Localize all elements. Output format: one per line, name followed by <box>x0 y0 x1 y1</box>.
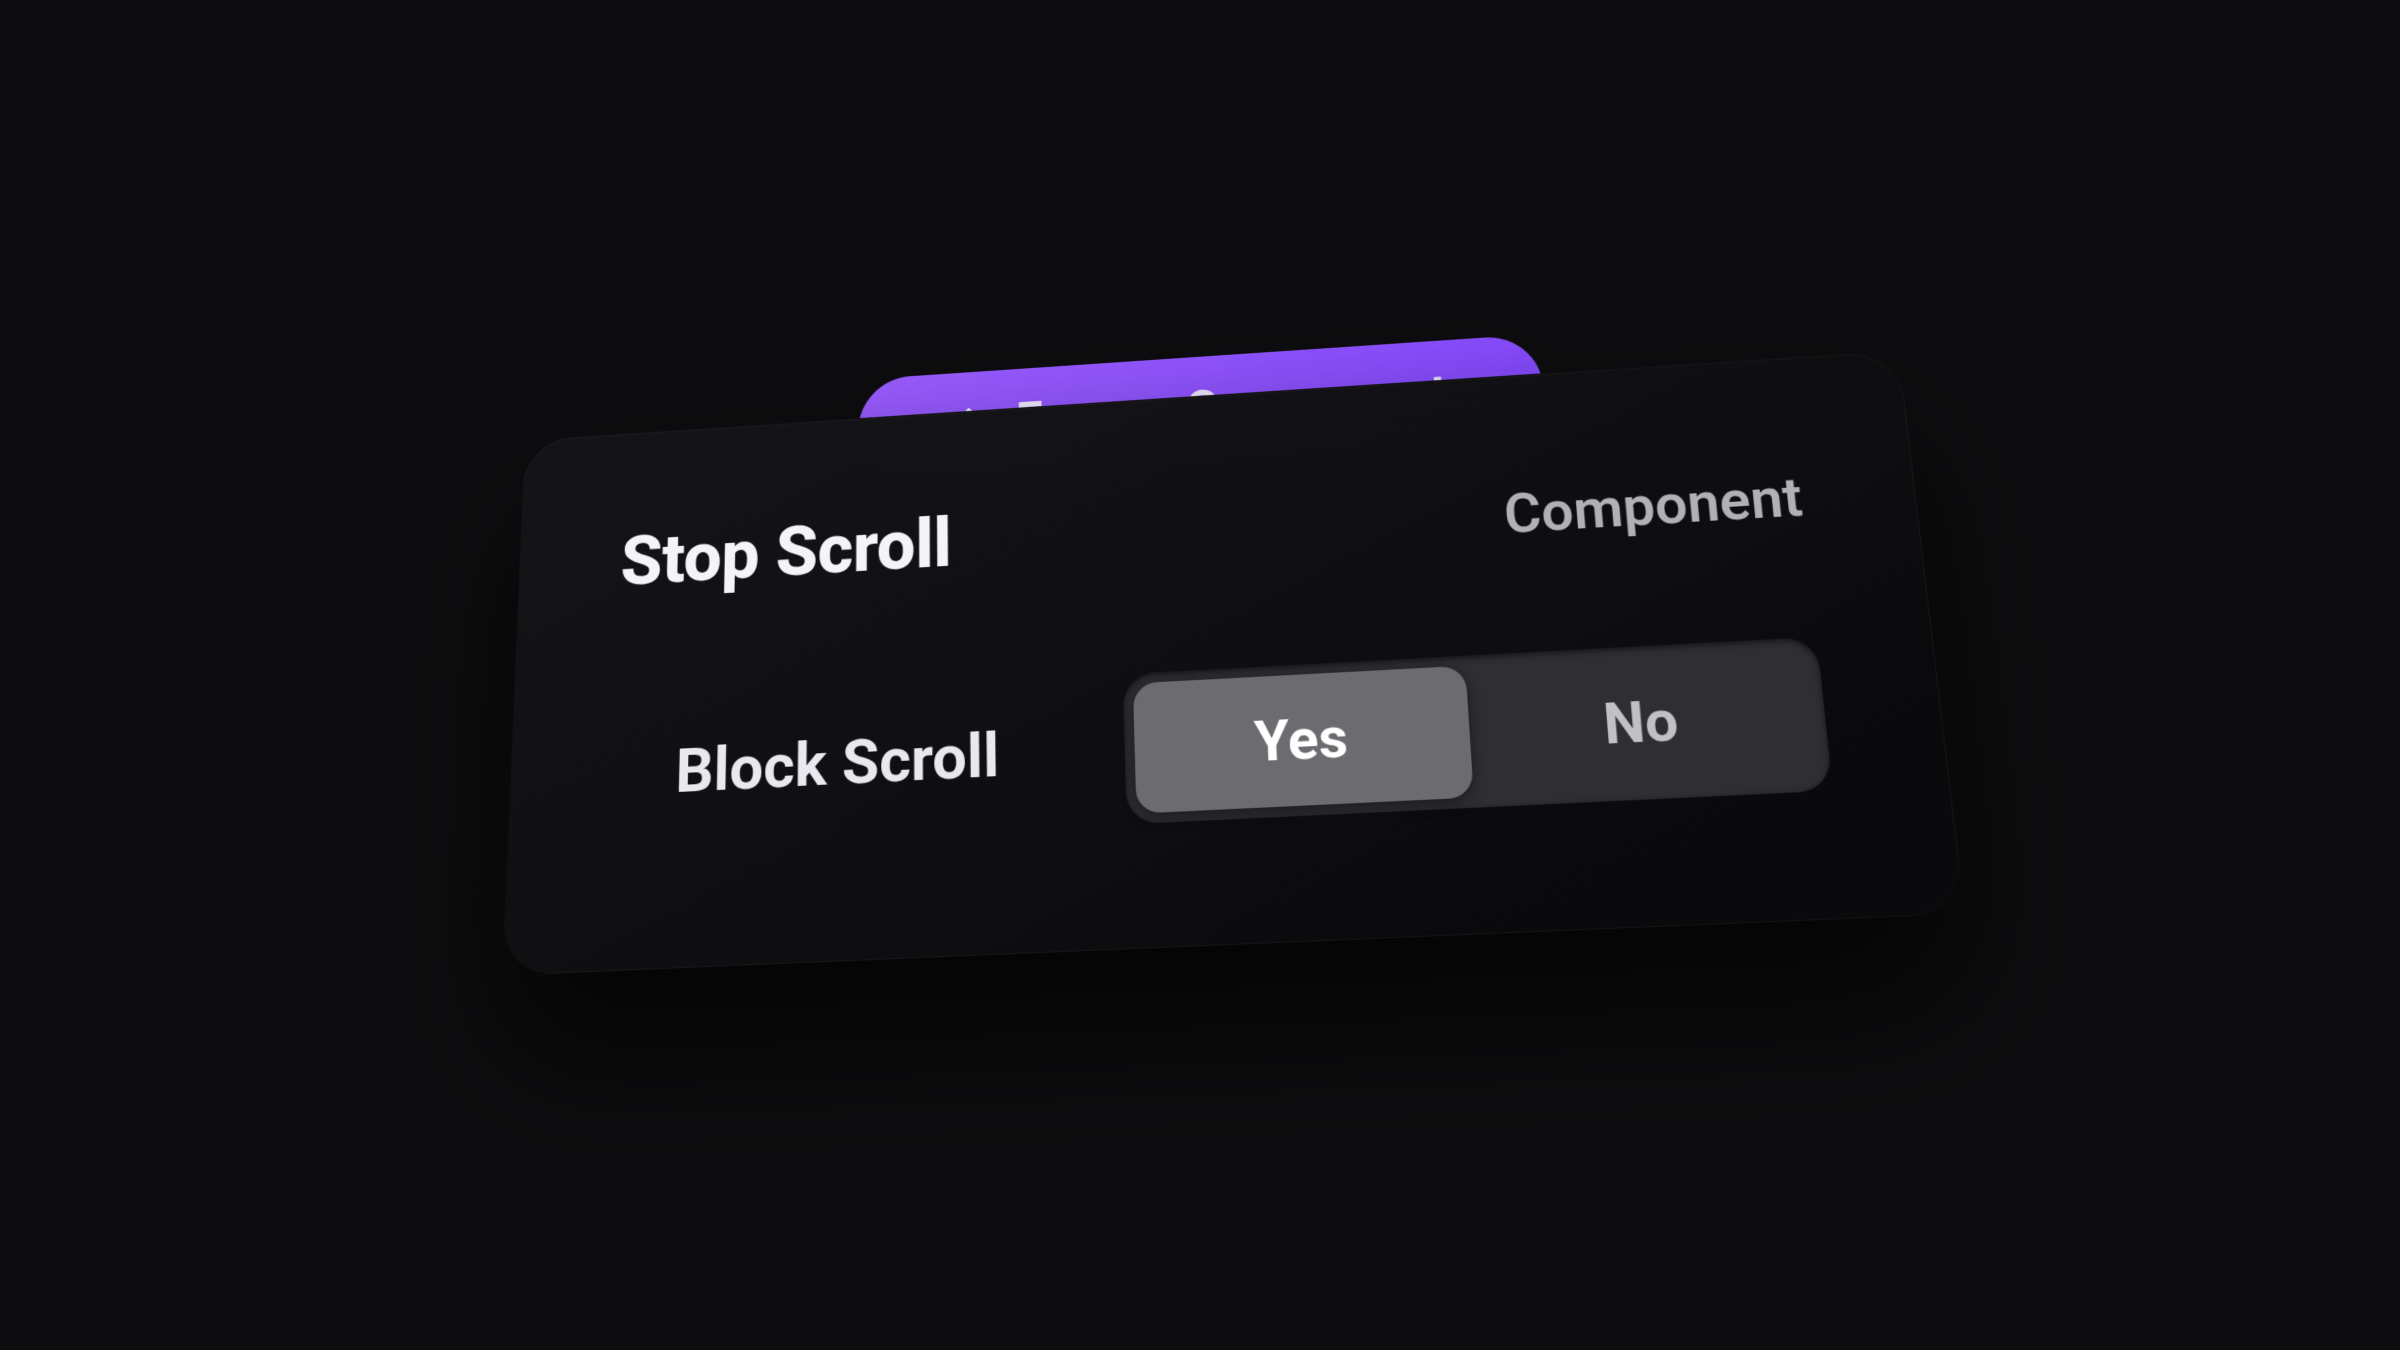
block-scroll-option-yes[interactable]: Yes <box>1133 665 1474 813</box>
panel-header: Stop Scroll Component <box>619 449 1805 601</box>
panel-title: Stop Scroll <box>619 502 951 602</box>
block-scroll-option-no[interactable]: No <box>1465 647 1821 797</box>
block-scroll-segmented-control[interactable]: Yes No <box>1123 636 1833 824</box>
block-scroll-label: Block Scroll <box>613 718 1000 810</box>
properties-panel: Stop Scroll Component Block Scroll Yes N… <box>502 349 1965 975</box>
panel-type-label: Component <box>1502 464 1805 546</box>
block-scroll-row: Block Scroll Yes No <box>612 636 1833 848</box>
